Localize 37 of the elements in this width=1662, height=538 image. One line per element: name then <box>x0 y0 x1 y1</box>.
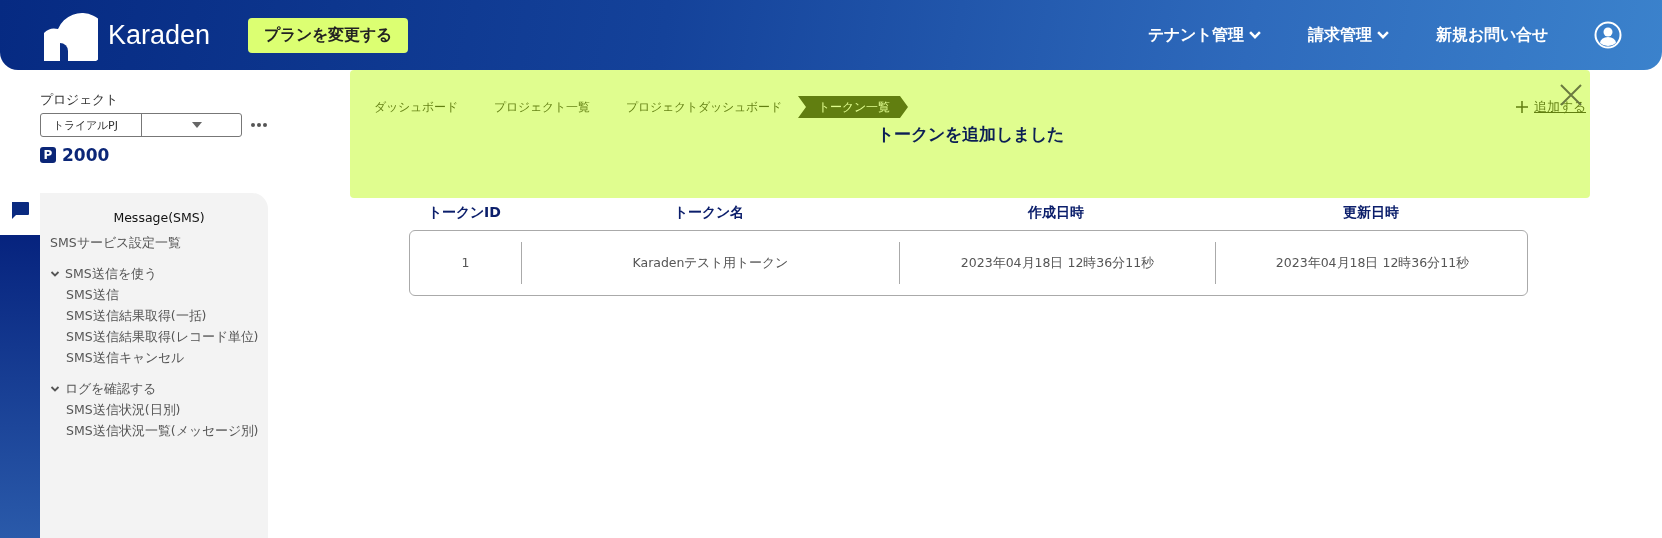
notification-message: トークンを追加しました <box>876 124 1064 144</box>
table-cell-text: 1 <box>460 254 471 272</box>
breadcrumb-link[interactable]: プロジェクトダッシュボード <box>606 96 798 118</box>
breadcrumb-link[interactable]: トークン一覧 <box>798 96 908 118</box>
point-icon: P <box>40 147 56 163</box>
column-header: 作成日時 <box>1026 204 1085 222</box>
sidebar-item[interactable]: SMS送信状況(日別) <box>66 399 181 420</box>
project-label: プロジェクト <box>40 92 119 109</box>
sidebar-item[interactable]: SMS送信状況一覧(メッセージ別) <box>66 420 259 441</box>
sidebar-group[interactable]: SMS送信を使う <box>65 263 157 284</box>
sidebar-group[interactable]: ログを確認する <box>65 378 156 399</box>
chat-icon[interactable] <box>10 201 30 221</box>
sidebar-item[interactable]: SMS送信結果取得(一括) <box>66 305 207 326</box>
nav-dropdown[interactable]: 請求管理 <box>1308 24 1390 46</box>
sidebar-item[interactable]: SMSサービス設定一覧 <box>50 232 181 253</box>
column-header: トークン名 <box>673 204 745 222</box>
change-plan-button[interactable]: プランを変更する <box>248 17 409 53</box>
breadcrumb-link[interactable]: ダッシュボード <box>354 96 474 118</box>
more-icon[interactable] <box>250 122 268 128</box>
table-cell: 2023年04月18日 12時36分11秒 <box>899 242 1215 284</box>
table-cell: Karadenテスト用トークン <box>521 242 899 284</box>
sidebar-title: Message(SMS) <box>112 210 206 225</box>
logo-text: Karaden <box>108 19 211 51</box>
nav-dropdown[interactable]: テナント管理 <box>1148 24 1262 46</box>
user-avatar-icon[interactable] <box>1594 21 1622 49</box>
point-balance: 2000 <box>62 145 110 165</box>
column-header: トークンID <box>427 204 502 222</box>
nav-link[interactable]: 新規お問い合せ <box>1436 24 1548 46</box>
sidebar-item[interactable]: SMS送信結果取得(レコード単位) <box>66 326 259 347</box>
dropdown-caret-icon <box>192 122 203 128</box>
table-cell: 2023年04月18日 12時36分11秒 <box>1215 242 1529 284</box>
column-header: 更新日時 <box>1342 204 1400 222</box>
project-select[interactable]: トライアルPJ <box>40 113 242 137</box>
sidebar-item[interactable]: SMS送信 <box>66 284 119 305</box>
plus-icon <box>1516 101 1528 113</box>
breadcrumb-link[interactable]: プロジェクト一覧 <box>474 96 606 118</box>
sidebar-item[interactable]: SMS送信キャンセル <box>66 347 184 368</box>
